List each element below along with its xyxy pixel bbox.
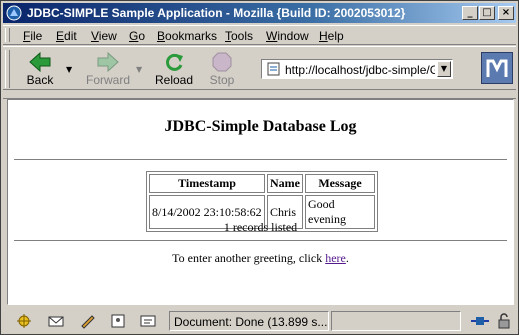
maximize-button[interactable]: □ [479, 6, 495, 20]
page-content: JDBC-Simple Database Log Timestamp Name … [7, 99, 514, 305]
page-icon [267, 62, 280, 76]
header-message: Message [305, 174, 375, 193]
menu-bar: File Edit View Go Bookmarks Tools Window… [3, 25, 516, 45]
header-name: Name [267, 174, 303, 193]
back-button[interactable]: Back [19, 50, 61, 88]
online-connection-icon[interactable] [469, 313, 491, 329]
back-label: Back [26, 73, 54, 87]
close-button[interactable]: × [498, 6, 514, 20]
menu-view[interactable]: View [91, 29, 117, 43]
url-bar[interactable]: http://localhost/jdbc-simple/Gre ▼ [261, 59, 453, 79]
here-link[interactable]: here [325, 251, 346, 265]
url-dropdown-icon[interactable]: ▼ [437, 61, 451, 77]
menu-file[interactable]: File [23, 29, 42, 43]
forward-label: Forward [85, 73, 130, 87]
menu-edit[interactable]: Edit [56, 29, 77, 43]
bottom-divider [14, 240, 507, 242]
header-timestamp: Timestamp [149, 174, 265, 193]
security-lock-icon[interactable] [495, 313, 513, 329]
footer-text: To enter another greeting, click here. [8, 251, 513, 266]
menu-bookmarks[interactable]: Bookmarks [157, 29, 217, 43]
back-arrow-icon [29, 52, 51, 72]
minimize-button[interactable]: _ [462, 6, 478, 20]
toolbar-collapse-strip[interactable] [3, 91, 516, 99]
composer-icon[interactable] [79, 313, 97, 329]
chat-icon[interactable] [139, 313, 157, 329]
toolbar-grip[interactable] [5, 50, 10, 88]
stop-icon [212, 52, 232, 72]
progress-panel [331, 311, 461, 331]
mail-icon[interactable] [47, 313, 65, 329]
address-book-icon[interactable] [109, 313, 127, 329]
menu-grip[interactable] [5, 28, 10, 42]
menu-tools[interactable]: Tools [225, 29, 253, 43]
menu-help[interactable]: Help [319, 29, 344, 43]
footer-suffix: . [345, 251, 349, 265]
table-header-row: Timestamp Name Message [149, 174, 375, 193]
title-bar[interactable]: JDBC-SIMPLE Sample Application - Mozilla… [3, 3, 516, 23]
url-text[interactable]: http://localhost/jdbc-simple/Gre [285, 63, 435, 77]
page-title: JDBC-Simple Database Log [164, 118, 357, 135]
status-text: Document: Done (13.899 s... [169, 311, 329, 331]
status-bar: Document: Done (13.899 s... [3, 309, 516, 333]
browser-window: JDBC-SIMPLE Sample Application - Mozilla… [0, 0, 519, 335]
stop-button[interactable]: Stop [201, 50, 243, 88]
mozilla-icon [6, 5, 22, 21]
forward-dropdown-icon[interactable]: ▼ [136, 65, 142, 74]
menu-window[interactable]: Window [266, 29, 309, 43]
records-count: 1 records listed [223, 220, 298, 234]
window-title: JDBC-SIMPLE Sample Application - Mozilla… [27, 6, 406, 20]
reload-button[interactable]: Reload [151, 50, 197, 88]
forward-button[interactable]: Forward [83, 50, 133, 88]
back-dropdown-icon[interactable]: ▼ [66, 65, 72, 74]
footer-prefix: To enter another greeting, click [172, 251, 326, 265]
navigator-icon[interactable] [15, 313, 33, 329]
reload-label: Reload [154, 73, 194, 87]
menu-go[interactable]: Go [129, 29, 145, 43]
mozilla-throbber-icon[interactable] [481, 52, 513, 84]
navigation-toolbar: Back ▼ Forward ▼ Reload Stop http://loca… [3, 46, 516, 90]
top-divider [14, 159, 507, 161]
stop-label: Stop [209, 73, 235, 87]
reload-icon [166, 53, 183, 71]
forward-arrow-icon [97, 52, 119, 72]
